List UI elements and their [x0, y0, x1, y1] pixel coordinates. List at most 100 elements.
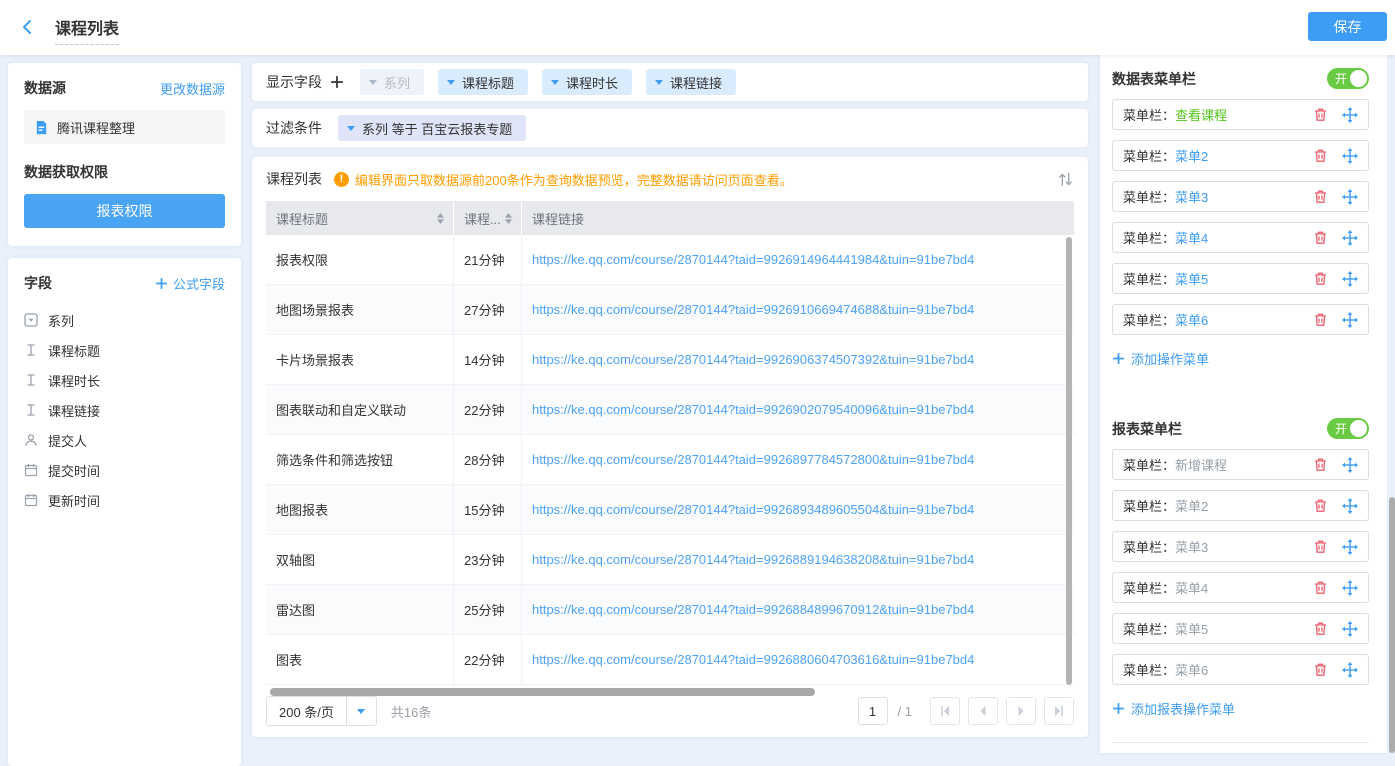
menu-item-value[interactable]: 菜单4: [1175, 228, 1208, 247]
column-header[interactable]: 课程标题: [266, 201, 454, 235]
field-item[interactable]: 课程标题: [24, 335, 225, 365]
course-link[interactable]: https://ke.qq.com/course/2870144?taid=99…: [532, 352, 974, 367]
menu-item[interactable]: 菜单栏：菜单4: [1112, 572, 1369, 603]
field-item[interactable]: 提交时间: [24, 455, 225, 485]
add-display-field-icon[interactable]: [330, 75, 344, 89]
move-icon[interactable]: [1342, 271, 1358, 287]
course-link[interactable]: https://ke.qq.com/course/2870144?taid=99…: [532, 252, 974, 267]
menu-item-value[interactable]: 菜单3: [1175, 187, 1208, 206]
menu-item-value[interactable]: 菜单5: [1175, 269, 1208, 288]
field-item[interactable]: 课程时长: [24, 365, 225, 395]
toggle-on[interactable]: 开: [1327, 418, 1369, 439]
add-menu-link[interactable]: 添加操作菜单: [1112, 349, 1369, 368]
menu-item-prefix: 菜单栏：: [1123, 228, 1175, 247]
trash-icon[interactable]: [1313, 107, 1328, 122]
change-datasource-link[interactable]: 更改数据源: [160, 79, 225, 98]
field-item[interactable]: 课程链接: [24, 395, 225, 425]
next-page-button[interactable]: [1006, 697, 1036, 725]
course-link[interactable]: https://ke.qq.com/course/2870144?taid=99…: [532, 552, 974, 567]
first-page-button[interactable]: [930, 697, 960, 725]
move-icon[interactable]: [1342, 621, 1358, 637]
menu-item[interactable]: 菜单栏：新增课程: [1112, 449, 1369, 480]
toggle-on[interactable]: 开: [1327, 68, 1369, 89]
calendar-icon: [24, 493, 38, 507]
move-icon[interactable]: [1342, 189, 1358, 205]
menu-item[interactable]: 菜单栏：菜单5: [1112, 613, 1369, 644]
move-icon[interactable]: [1342, 539, 1358, 555]
menu-item[interactable]: 菜单栏：菜单3: [1112, 181, 1369, 212]
table-row: 地图报表15分钟https://ke.qq.com/course/2870144…: [266, 485, 1074, 535]
display-field-tag[interactable]: 课程标题: [438, 69, 528, 95]
course-link[interactable]: https://ke.qq.com/course/2870144?taid=99…: [532, 502, 974, 517]
column-header[interactable]: 课程...: [454, 201, 522, 235]
trash-icon[interactable]: [1313, 621, 1328, 636]
display-field-tag[interactable]: 课程链接: [646, 69, 736, 95]
course-link[interactable]: https://ke.qq.com/course/2870144?taid=99…: [532, 402, 974, 417]
course-link[interactable]: https://ke.qq.com/course/2870144?taid=99…: [532, 452, 974, 467]
menu-item[interactable]: 菜单栏：菜单5: [1112, 263, 1369, 294]
trash-icon[interactable]: [1313, 662, 1328, 677]
menu-item[interactable]: 菜单栏：菜单2: [1112, 140, 1369, 171]
menu-item[interactable]: 菜单栏：菜单6: [1112, 654, 1369, 685]
menu-item-value[interactable]: 菜单4: [1175, 578, 1208, 597]
save-button[interactable]: 保存: [1308, 12, 1387, 41]
sort-order-icon[interactable]: [1057, 171, 1074, 188]
menu-item[interactable]: 菜单栏：菜单4: [1112, 222, 1369, 253]
add-formula-field-link[interactable]: 公式字段: [155, 274, 225, 293]
add-menu-link[interactable]: 添加报表操作菜单: [1112, 699, 1369, 718]
move-icon[interactable]: [1342, 107, 1358, 123]
menu-item[interactable]: 菜单栏：查看课程: [1112, 99, 1369, 130]
trash-icon[interactable]: [1313, 498, 1328, 513]
prev-page-button[interactable]: [968, 697, 998, 725]
menu-item-value[interactable]: 菜单6: [1175, 310, 1208, 329]
menu-item[interactable]: 菜单栏：菜单3: [1112, 531, 1369, 562]
trash-icon[interactable]: [1313, 580, 1328, 595]
table-scrollbar[interactable]: [1066, 237, 1072, 685]
page-scrollbar[interactable]: [1389, 497, 1395, 753]
move-icon[interactable]: [1342, 662, 1358, 678]
menu-item-value[interactable]: 菜单2: [1175, 496, 1208, 515]
menu-item-value[interactable]: 菜单6: [1175, 660, 1208, 679]
trash-icon[interactable]: [1313, 148, 1328, 163]
move-icon[interactable]: [1342, 580, 1358, 596]
menu-item[interactable]: 菜单栏：菜单2: [1112, 490, 1369, 521]
display-field-tag[interactable]: 系列: [360, 69, 424, 95]
menu-item-value[interactable]: 菜单5: [1175, 619, 1208, 638]
move-icon[interactable]: [1342, 312, 1358, 328]
move-icon[interactable]: [1342, 230, 1358, 246]
topbar: 课程列表 保存: [0, 0, 1395, 55]
course-title: 图表联动和自定义联动: [276, 400, 406, 419]
display-field-tag[interactable]: 课程时长: [542, 69, 632, 95]
field-item[interactable]: 系列: [24, 305, 225, 335]
trash-icon[interactable]: [1313, 230, 1328, 245]
menu-item-value[interactable]: 菜单2: [1175, 146, 1208, 165]
menu-item-value[interactable]: 菜单3: [1175, 537, 1208, 556]
field-item[interactable]: 更新时间: [24, 485, 225, 515]
filter-condition-tag[interactable]: 系列 等于 百宝云报表专题: [338, 115, 526, 141]
page-title[interactable]: 课程列表: [55, 15, 119, 45]
last-page-button[interactable]: [1044, 697, 1074, 725]
trash-icon[interactable]: [1313, 189, 1328, 204]
trash-icon[interactable]: [1313, 457, 1328, 472]
trash-icon[interactable]: [1313, 312, 1328, 327]
move-icon[interactable]: [1342, 498, 1358, 514]
move-icon[interactable]: [1342, 457, 1358, 473]
report-permission-button[interactable]: 报表权限: [24, 194, 225, 228]
trash-icon[interactable]: [1313, 539, 1328, 554]
menu-item-value[interactable]: 新增课程: [1175, 455, 1227, 474]
course-title: 地图场景报表: [276, 300, 354, 319]
menu-item[interactable]: 菜单栏：菜单6: [1112, 304, 1369, 335]
course-link[interactable]: https://ke.qq.com/course/2870144?taid=99…: [532, 602, 974, 617]
fields-title: 字段: [24, 273, 52, 293]
course-link[interactable]: https://ke.qq.com/course/2870144?taid=99…: [532, 652, 974, 667]
trash-icon[interactable]: [1313, 271, 1328, 286]
field-item[interactable]: 提交人: [24, 425, 225, 455]
back-icon[interactable]: [20, 19, 36, 35]
course-link[interactable]: https://ke.qq.com/course/2870144?taid=99…: [532, 302, 974, 317]
datasource-item[interactable]: 腾讯课程整理: [24, 110, 225, 144]
move-icon[interactable]: [1342, 148, 1358, 164]
current-page-input[interactable]: 1: [858, 697, 888, 725]
menu-item-value[interactable]: 查看课程: [1175, 105, 1227, 124]
page-size-select[interactable]: 200 条/页: [266, 696, 377, 726]
table-body: 报表权限21分钟https://ke.qq.com/course/2870144…: [266, 235, 1074, 685]
